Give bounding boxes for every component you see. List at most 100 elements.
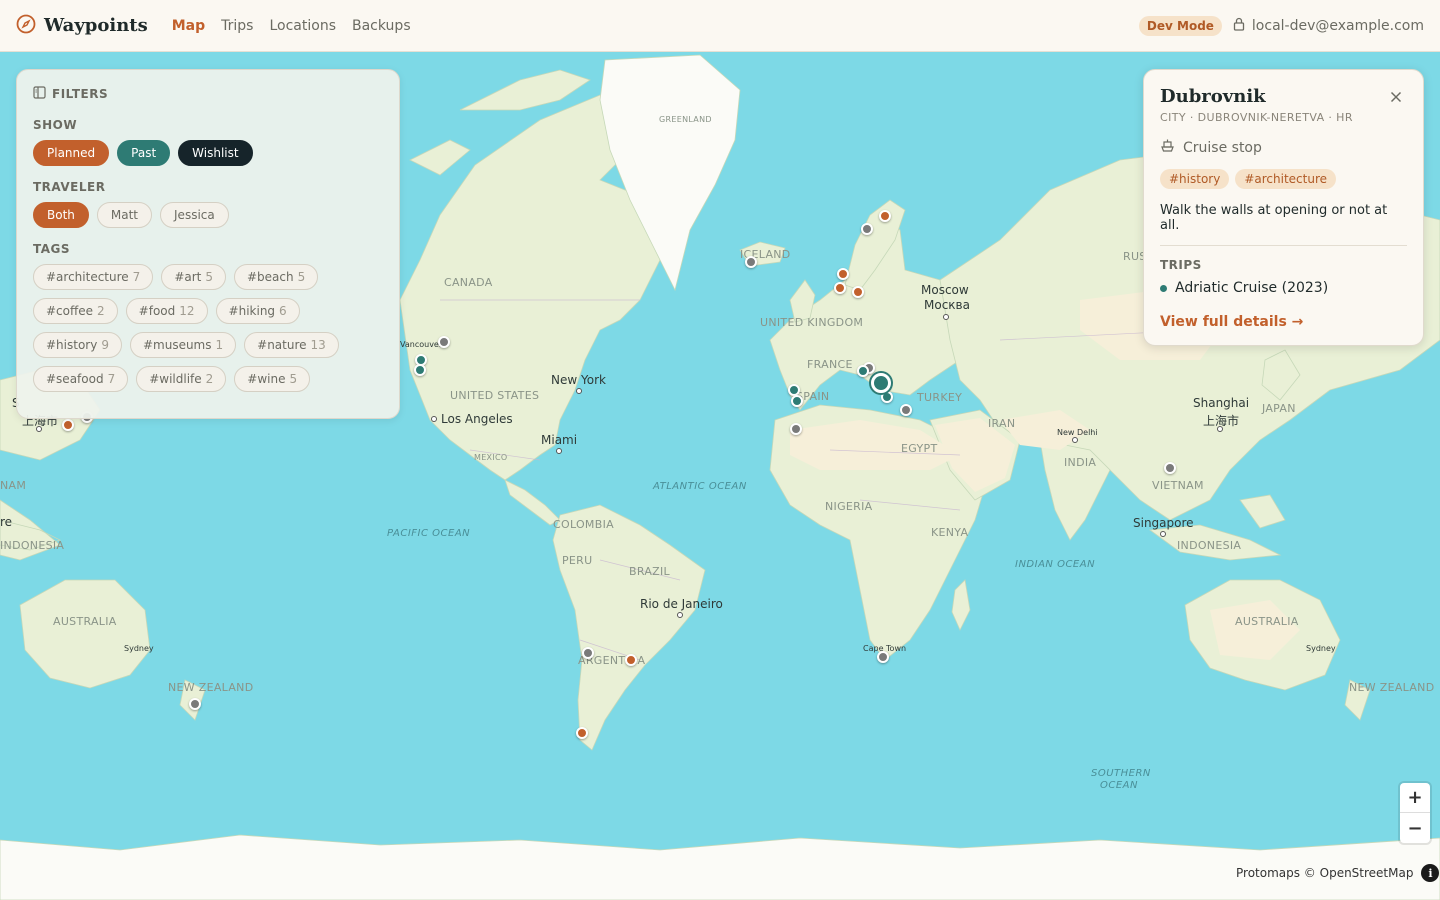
city-dot-rio — [677, 612, 683, 618]
tag-name: #wildlife — [149, 372, 202, 386]
city-dot-singapore — [1160, 531, 1166, 537]
label-nam-west: NAM — [0, 479, 27, 492]
location-kind: Cruise stop — [1160, 138, 1407, 157]
label-los-angeles: Los Angeles — [441, 412, 513, 426]
tag-food[interactable]: #food 12 — [125, 298, 208, 324]
tag-architecture[interactable]: #architecture 7 — [33, 264, 154, 290]
location-pin-wishlist[interactable] — [438, 336, 450, 348]
traveler-chips: Both Matt Jessica — [33, 202, 383, 228]
label-re-west: re — [0, 515, 13, 529]
show-past-chip[interactable]: Past — [117, 140, 171, 166]
location-pin-planned[interactable] — [625, 654, 637, 666]
location-pin-wishlist[interactable] — [745, 256, 757, 268]
location-tag-architecture[interactable]: #architecture — [1235, 169, 1336, 189]
tag-wildlife[interactable]: #wildlife 2 — [136, 366, 227, 392]
tag-seafood[interactable]: #seafood 7 — [33, 366, 129, 392]
close-icon[interactable] — [1387, 88, 1405, 106]
user-menu[interactable]: local-dev@example.com — [1232, 17, 1424, 35]
sidebar-toggle-icon[interactable] — [33, 86, 46, 102]
traveler-jessica-chip[interactable]: Jessica — [160, 202, 229, 228]
main-nav: Map Trips Locations Backups — [172, 18, 411, 34]
filters-title: FILTERS — [52, 87, 109, 101]
location-pin-planned[interactable] — [62, 419, 74, 431]
nav-trips[interactable]: Trips — [221, 18, 253, 34]
show-planned-chip[interactable]: Planned — [33, 140, 110, 166]
zoom-in-button[interactable]: + — [1400, 783, 1430, 813]
tag-name: #nature — [257, 338, 307, 352]
nav-backups[interactable]: Backups — [352, 18, 411, 34]
location-kind-label: Cruise stop — [1183, 139, 1262, 156]
nav-map[interactable]: Map — [172, 18, 205, 34]
tag-art[interactable]: #art 5 — [161, 264, 226, 290]
label-kenya: KENYA — [931, 526, 969, 539]
nav-locations[interactable]: Locations — [269, 18, 336, 34]
label-indonesia-west: INDONESIA — [0, 539, 65, 552]
header-right: Dev Mode local-dev@example.com — [1138, 15, 1424, 36]
tag-wine[interactable]: #wine 5 — [234, 366, 311, 392]
location-pin-past[interactable] — [857, 365, 869, 377]
tag-name: #wine — [247, 372, 286, 386]
tag-count: 9 — [101, 338, 109, 352]
tag-name: #museums — [142, 338, 212, 352]
label-australia-west: AUSTRALIA — [53, 615, 117, 628]
traveler-matt-chip[interactable]: Matt — [96, 202, 153, 228]
selected-location-pin[interactable] — [871, 373, 891, 393]
label-australia: AUSTRALIA — [1235, 615, 1299, 628]
label-colombia: COLOMBIA — [553, 518, 614, 531]
location-pin-planned[interactable] — [834, 282, 846, 294]
traveler-both-chip[interactable]: Both — [33, 202, 89, 228]
zoom-out-button[interactable]: − — [1400, 813, 1430, 843]
city-dot-new-york — [576, 388, 582, 394]
location-pin-wishlist[interactable] — [790, 423, 802, 435]
show-chips: Planned Past Wishlist — [33, 140, 383, 166]
brand[interactable]: Waypoints — [16, 14, 148, 38]
filters-header[interactable]: FILTERS — [33, 86, 383, 102]
label-brazil: BRAZIL — [629, 565, 670, 578]
tag-chips: #architecture 7 #art 5 #beach 5 #coffee 2 #f… — [33, 264, 383, 392]
location-pin-wishlist[interactable] — [1164, 462, 1176, 474]
label-greenland: GREENLAND — [659, 115, 712, 124]
location-pin-wishlist[interactable] — [861, 223, 873, 235]
label-southern-2: OCEAN — [1100, 780, 1138, 791]
ship-icon — [1160, 138, 1175, 157]
location-pin-wishlist[interactable] — [582, 647, 594, 659]
label-sydney-west: Sydney — [124, 644, 154, 653]
tag-history[interactable]: #history 9 — [33, 332, 122, 358]
location-pin-wishlist[interactable] — [189, 698, 201, 710]
location-pin-planned[interactable] — [879, 210, 891, 222]
location-pin-planned[interactable] — [837, 268, 849, 280]
location-tag-history[interactable]: #history — [1160, 169, 1230, 189]
tags-section-title: TAGS — [33, 242, 71, 256]
trip-item[interactable]: Adriatic Cruise (2023) — [1160, 280, 1407, 296]
tag-nature[interactable]: #nature 13 — [244, 332, 339, 358]
tag-hiking[interactable]: #hiking 6 — [215, 298, 300, 324]
tag-coffee[interactable]: #coffee 2 — [33, 298, 118, 324]
location-pin-past[interactable] — [791, 395, 803, 407]
attribution-text[interactable]: Protomaps © OpenStreetMap — [1236, 866, 1413, 880]
map-attribution: Protomaps © OpenStreetMap i — [1236, 862, 1440, 884]
label-vietnam: VIETNAM — [1152, 479, 1204, 492]
label-moscow-ru: Москва — [924, 298, 970, 312]
tag-count: 6 — [279, 304, 287, 318]
location-pin-wishlist[interactable] — [877, 651, 889, 663]
city-dot-moscow — [943, 314, 949, 320]
tag-museums[interactable]: #museums 1 — [129, 332, 237, 358]
location-title: Dubrovnik — [1160, 86, 1266, 107]
location-detail-card: Dubrovnik CITY · DUBROVNIK-NERETVA · HR … — [1143, 69, 1424, 346]
location-pin-wishlist[interactable] — [900, 404, 912, 416]
label-indian: INDIAN OCEAN — [1015, 559, 1096, 570]
location-pin-planned[interactable] — [852, 286, 864, 298]
traveler-section-title: TRAVELER — [33, 180, 106, 194]
label-canada: CANADA — [444, 276, 493, 289]
location-pin-past[interactable] — [414, 364, 426, 376]
city-dot-los-angeles — [431, 416, 437, 422]
location-pin-planned[interactable] — [576, 727, 588, 739]
show-wishlist-chip[interactable]: Wishlist — [178, 140, 253, 166]
tag-beach[interactable]: #beach 5 — [234, 264, 319, 290]
label-uk: UNITED KINGDOM — [760, 316, 864, 329]
app-name: Waypoints — [44, 15, 148, 36]
label-new-delhi: New Delhi — [1057, 428, 1098, 437]
info-icon[interactable]: i — [1421, 864, 1440, 882]
view-full-details-link[interactable]: View full details → — [1160, 314, 1407, 330]
compass-icon — [16, 14, 36, 38]
